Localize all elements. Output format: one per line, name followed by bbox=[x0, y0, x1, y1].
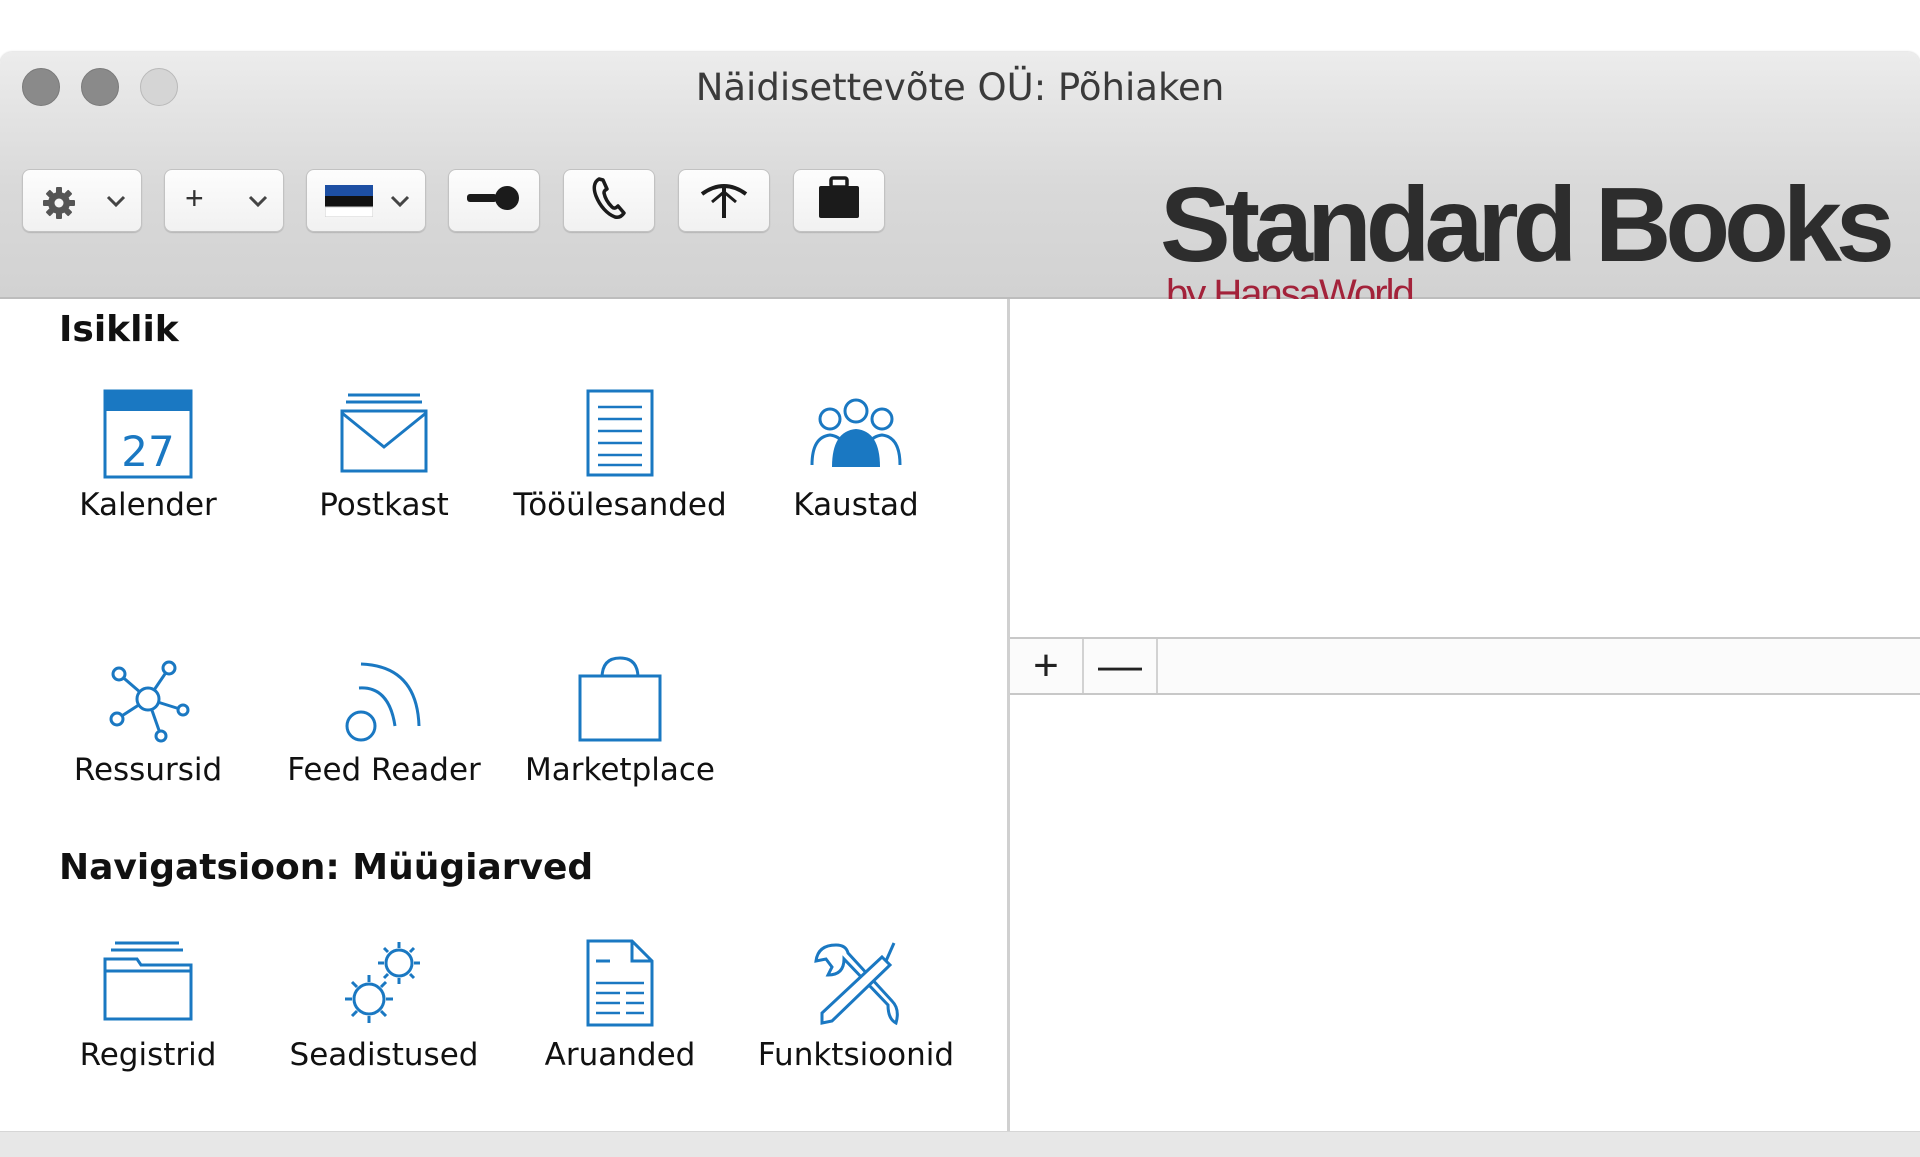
tile-label: Kaustad bbox=[793, 487, 919, 523]
tile-label: Postkast bbox=[319, 487, 449, 523]
chevron-down-icon bbox=[105, 190, 127, 217]
shopping-bag-icon bbox=[500, 654, 740, 744]
settings-menu-button[interactable] bbox=[22, 169, 142, 232]
antenna-button[interactable] bbox=[678, 169, 770, 232]
window-title: Näidisettevõte OÜ: Põhiaken bbox=[695, 66, 1225, 109]
tools-icon bbox=[736, 939, 976, 1029]
rss-feed-icon bbox=[264, 654, 504, 744]
mailbox-icon bbox=[264, 389, 504, 479]
status-bar bbox=[0, 1131, 1920, 1157]
phone-icon bbox=[589, 176, 629, 225]
tile-registers[interactable]: Registrid bbox=[28, 939, 268, 1079]
tile-settings[interactable]: Seadistused bbox=[264, 939, 504, 1079]
folder-registers-icon bbox=[28, 939, 268, 1029]
navigation-panel: Isiklik 27 Kalender Postkast Tööülesande… bbox=[0, 299, 1007, 1131]
key-button[interactable] bbox=[448, 169, 540, 232]
tile-label: Kalender bbox=[79, 487, 217, 523]
section-title-personal: Isiklik bbox=[59, 309, 179, 350]
phone-button[interactable] bbox=[563, 169, 655, 232]
remove-button[interactable]: — bbox=[1084, 639, 1158, 693]
gear-icon bbox=[39, 183, 79, 228]
new-record-menu-button[interactable]: + bbox=[164, 169, 284, 232]
main-window: Näidisettevõte OÜ: Põhiaken + Standard B… bbox=[0, 52, 1920, 1157]
standard-books-logo: Standard Books by HansaWorld bbox=[1160, 166, 1895, 316]
titlebar: Näidisettevõte OÜ: Põhiaken + Standard B… bbox=[0, 52, 1920, 316]
briefcase-icon bbox=[816, 176, 862, 225]
brand-name: Standard Books bbox=[1160, 166, 1895, 284]
calendar-day: 27 bbox=[121, 427, 175, 476]
tile-label: Registrid bbox=[79, 1037, 217, 1073]
tile-tasks[interactable]: Tööülesanded bbox=[500, 389, 740, 529]
tile-functions[interactable]: Funktsioonid bbox=[736, 939, 976, 1079]
tile-label: Tööülesanded bbox=[513, 487, 727, 523]
tile-label: Feed Reader bbox=[287, 752, 481, 788]
tile-mailbox[interactable]: Postkast bbox=[264, 389, 504, 529]
list-toolbar: + — bbox=[1010, 637, 1920, 695]
tile-label: Ressursid bbox=[73, 752, 223, 788]
report-document-icon bbox=[500, 939, 740, 1029]
section-title-navigation: Navigatsioon: Müügiarved bbox=[59, 847, 594, 888]
add-button[interactable]: + bbox=[1010, 639, 1084, 693]
tile-resources[interactable]: Ressursid bbox=[28, 654, 268, 794]
chevron-down-icon bbox=[389, 190, 411, 217]
tile-reports[interactable]: Aruanded bbox=[500, 939, 740, 1079]
task-list-icon bbox=[500, 389, 740, 479]
settings-gears-icon bbox=[264, 939, 504, 1029]
tile-label: Seadistused bbox=[289, 1037, 479, 1073]
tile-marketplace[interactable]: Marketplace bbox=[500, 654, 740, 794]
tile-label: Marketplace bbox=[525, 752, 715, 788]
tile-label: Aruanded bbox=[544, 1037, 696, 1073]
briefcase-button[interactable] bbox=[793, 169, 885, 232]
people-folders-icon bbox=[736, 389, 976, 479]
plus-label: + bbox=[185, 180, 204, 216]
antenna-icon bbox=[698, 176, 750, 225]
chevron-down-icon bbox=[247, 190, 269, 217]
tile-label: Funktsioonid bbox=[757, 1037, 955, 1073]
estonian-flag-icon bbox=[324, 185, 374, 222]
resources-network-icon bbox=[28, 654, 268, 744]
key-icon bbox=[465, 183, 523, 218]
language-menu-button[interactable] bbox=[306, 169, 426, 232]
tile-feed-reader[interactable]: Feed Reader bbox=[264, 654, 504, 794]
tile-calendar[interactable]: 27 Kalender bbox=[28, 389, 268, 529]
tile-folders[interactable]: Kaustad bbox=[736, 389, 976, 529]
right-panel: + — bbox=[1010, 299, 1920, 1131]
